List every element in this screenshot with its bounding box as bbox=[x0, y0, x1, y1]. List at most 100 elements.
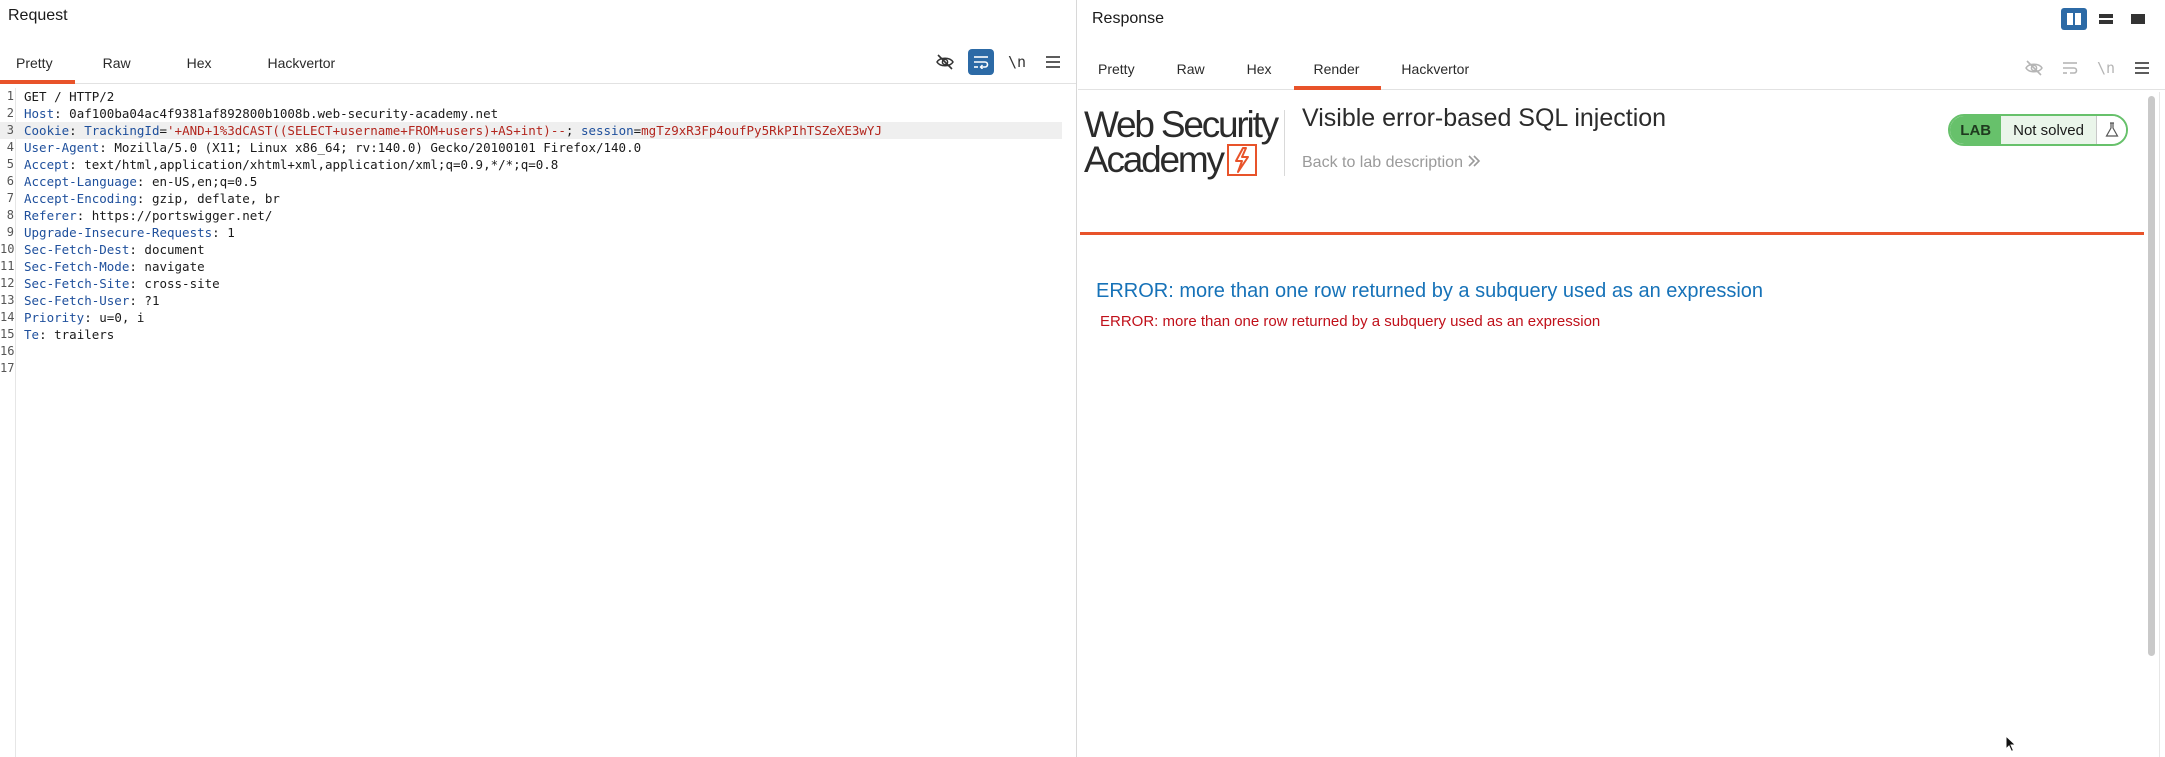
editor-line: 6 Accept-Language: en-US,en;q=0.5 bbox=[0, 173, 1062, 190]
line-content: Accept-Encoding: gzip, deflate, br bbox=[24, 191, 280, 206]
hamburger-menu-icon[interactable] bbox=[2129, 55, 2155, 81]
line-number: 6 bbox=[6, 174, 14, 188]
line-content: Cookie: TrackingId='+AND+1%3dCAST((SELEC… bbox=[24, 123, 882, 138]
request-pane: Request Pretty Raw Hex Hackvertor \n 1 GE… bbox=[0, 0, 1077, 757]
line-content bbox=[16, 360, 24, 377]
header-value: trailers bbox=[46, 327, 115, 342]
logo-line-2: Academy bbox=[1084, 139, 1284, 180]
line-content: Priority: u=0, i bbox=[24, 310, 145, 325]
hamburger-menu-icon[interactable] bbox=[1040, 49, 1066, 75]
layout-switcher bbox=[2061, 8, 2151, 30]
response-tab-pretty[interactable]: Pretty bbox=[1078, 49, 1157, 89]
word-wrap-icon[interactable] bbox=[968, 49, 994, 75]
response-tab-hackvertor[interactable]: Hackvertor bbox=[1381, 49, 1491, 89]
line-number: 8 bbox=[6, 208, 14, 222]
line-content: Referer: https://portswigger.net/ bbox=[24, 208, 273, 223]
line-content: Host: 0af100ba04ac4f9381af892800b1008b.w… bbox=[24, 106, 499, 121]
back-to-lab-description-link[interactable]: Back to lab description bbox=[1302, 154, 1481, 172]
request-tabbar: Pretty Raw Hex Hackvertor bbox=[0, 44, 1076, 84]
line-content: User-Agent: Mozilla/5.0 (X11; Linux x86_… bbox=[24, 140, 642, 155]
cookie-name: session bbox=[580, 123, 634, 138]
response-tab-hex[interactable]: Hex bbox=[1227, 49, 1294, 89]
lab-status-badge: LAB Not solved bbox=[1948, 114, 2128, 146]
line-number: 4 bbox=[6, 140, 14, 154]
line-number: 14 bbox=[0, 310, 15, 324]
header-value: navigate bbox=[136, 259, 205, 274]
editor-line: 12 Sec-Fetch-Site: cross-site bbox=[0, 275, 1062, 292]
request-toolbar: \n bbox=[932, 47, 1066, 77]
single-pane-layout-icon[interactable] bbox=[2125, 8, 2151, 30]
line-content: GET / HTTP/2 bbox=[16, 88, 114, 105]
cookie-value: '+AND+1%3dCAST((SELECT+username+FROM+use… bbox=[167, 123, 566, 138]
lab-title: Visible error-based SQL injection bbox=[1302, 104, 1667, 132]
header-value: https://portswigger.net/ bbox=[84, 208, 273, 223]
response-toolbar: \n bbox=[2021, 53, 2155, 83]
header-name: Cookie bbox=[24, 123, 70, 138]
line-content: Sec-Fetch-Mode: navigate bbox=[24, 259, 205, 274]
response-title: Response bbox=[1092, 10, 1165, 27]
lab-label: LAB bbox=[1950, 116, 2002, 144]
request-title: Request bbox=[8, 7, 68, 24]
request-editor[interactable]: 1 GET / HTTP/2 2 Host: 0af100ba04ac4f9381af… bbox=[0, 88, 1076, 757]
error-heading: ERROR: more than one row returned by a s… bbox=[1096, 280, 1764, 302]
editor-line: 16 bbox=[0, 343, 1062, 360]
scrollbar-thumb[interactable] bbox=[2148, 96, 2155, 656]
header-name: Host bbox=[24, 106, 55, 121]
line-content: Upgrade-Insecure-Requests: 1 bbox=[24, 225, 235, 240]
header-value: text/html,application/xhtml+xml,applicat… bbox=[76, 157, 559, 172]
line-number: 15 bbox=[0, 327, 15, 341]
header-value: cross-site bbox=[136, 276, 220, 291]
header-name: Te bbox=[24, 327, 40, 342]
header-name: Sec-Fetch-Site bbox=[24, 276, 130, 291]
response-tabbar: Pretty Raw Hex Render Hackvertor bbox=[1078, 50, 2165, 90]
logo-line-2-text: Academy bbox=[1084, 139, 1225, 180]
back-link-label: Back to lab description bbox=[1302, 154, 1463, 171]
request-tab-pretty[interactable]: Pretty bbox=[0, 43, 75, 84]
line-content: Sec-Fetch-Site: cross-site bbox=[24, 276, 220, 291]
editor-line: 9 Upgrade-Insecure-Requests: 1 bbox=[0, 224, 1062, 241]
editor-line: 11 Sec-Fetch-Mode: navigate bbox=[0, 258, 1062, 275]
line-number: 5 bbox=[6, 157, 14, 171]
line-number: 16 bbox=[0, 344, 15, 358]
editor-line: 10 Sec-Fetch-Dest: document bbox=[0, 241, 1062, 258]
web-security-academy-logo[interactable]: Web Security Academy bbox=[1084, 104, 1284, 180]
line-number: 11 bbox=[0, 259, 15, 273]
newline-toggle-button[interactable]: \n bbox=[1004, 49, 1030, 75]
editor-line: 7 Accept-Encoding: gzip, deflate, br bbox=[0, 190, 1062, 207]
header-value: ?1 bbox=[136, 293, 160, 308]
eye-slash-icon[interactable] bbox=[932, 49, 958, 75]
word-wrap-icon bbox=[2057, 55, 2083, 81]
header-name: Referer bbox=[24, 208, 77, 223]
request-tab-hackvertor[interactable]: Hackvertor bbox=[240, 43, 364, 83]
header-value: en-US,en;q=0.5 bbox=[144, 174, 258, 189]
editor-line: 15 Te: trailers bbox=[0, 326, 1062, 343]
cookie-value: mgTz9xR3Fp4oufPy5RkPIhTSZeXE3wYJ bbox=[641, 123, 882, 138]
response-tab-render[interactable]: Render bbox=[1293, 49, 1382, 90]
editor-line: 2 Host: 0af100ba04ac4f9381af892800b1008b.… bbox=[0, 105, 1062, 122]
vertical-scrollbar[interactable] bbox=[2145, 92, 2159, 660]
double-chevron-right-icon bbox=[1467, 154, 1481, 172]
top-bottom-layout-icon[interactable] bbox=[2093, 8, 2119, 30]
logo-divider bbox=[1284, 110, 1285, 176]
header-value: document bbox=[136, 242, 205, 257]
editor-line: 13 Sec-Fetch-User: ?1 bbox=[0, 292, 1062, 309]
response-tab-raw[interactable]: Raw bbox=[1157, 49, 1227, 89]
request-tab-raw[interactable]: Raw bbox=[75, 43, 159, 83]
side-by-side-layout-icon[interactable] bbox=[2061, 8, 2087, 30]
request-tab-hex[interactable]: Hex bbox=[159, 43, 240, 83]
header-name: Sec-Fetch-Dest bbox=[24, 242, 130, 257]
editor-line: 5 Accept: text/html,application/xhtml+xml… bbox=[0, 156, 1062, 173]
header-name: User-Agent bbox=[24, 140, 100, 155]
editor-line: 14 Priority: u=0, i bbox=[0, 309, 1062, 326]
header-value: 0af100ba04ac4f9381af892800b1008b.web-sec… bbox=[61, 106, 499, 121]
line-content: Te: trailers bbox=[24, 327, 115, 342]
editor-line: 4 User-Agent: Mozilla/5.0 (X11; Linux x86… bbox=[0, 139, 1062, 156]
header-name: Sec-Fetch-Mode bbox=[24, 259, 130, 274]
line-content: Sec-Fetch-User: ?1 bbox=[24, 293, 160, 308]
header-name: Accept-Language bbox=[24, 174, 137, 189]
eye-slash-icon bbox=[2021, 55, 2047, 81]
logo-line-1: Web Security bbox=[1084, 104, 1279, 145]
editor-line: 3 Cookie: TrackingId='+AND+1%3dCAST((SELE… bbox=[0, 122, 1062, 139]
line-content: Accept: text/html,application/xhtml+xml,… bbox=[24, 157, 559, 172]
line-number: 12 bbox=[0, 276, 15, 290]
